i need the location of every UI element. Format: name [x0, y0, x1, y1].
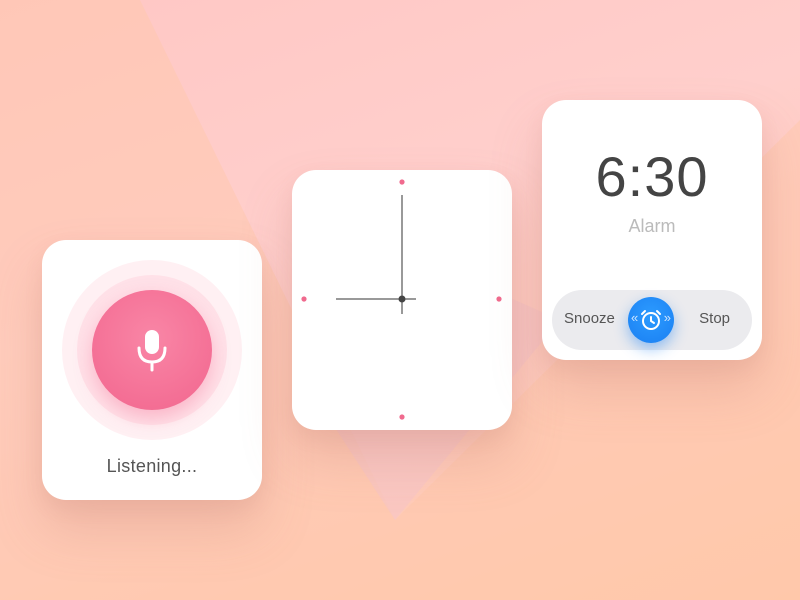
- voice-assistant-card: Listening...: [42, 240, 262, 500]
- analog-clock-card: [292, 170, 512, 430]
- stop-button[interactable]: Stop: [699, 310, 730, 327]
- hour-marker-9: [301, 296, 307, 302]
- hour-marker-12: [399, 179, 405, 185]
- listening-status: Listening...: [106, 456, 198, 476]
- alarm-clock-icon: [641, 310, 661, 330]
- alarm-card: 6:30 Alarm Snooze Stop « »: [542, 100, 762, 360]
- alarm-slider-knob[interactable]: « »: [628, 297, 674, 343]
- hour-marker-6: [399, 414, 405, 420]
- microphone-icon: [137, 330, 167, 372]
- alarm-action-slider[interactable]: Snooze Stop « »: [552, 290, 752, 350]
- hour-marker-3: [496, 296, 502, 302]
- mic-button[interactable]: [92, 290, 212, 410]
- clock-center-pin: [398, 295, 406, 303]
- alarm-label: Alarm: [628, 216, 676, 236]
- clock-face: [301, 179, 502, 420]
- alarm-time: 6:30: [595, 145, 709, 208]
- snooze-button[interactable]: Snooze: [564, 310, 615, 327]
- chevron-right-icon: »: [663, 310, 671, 325]
- chevron-left-icon: «: [631, 310, 639, 325]
